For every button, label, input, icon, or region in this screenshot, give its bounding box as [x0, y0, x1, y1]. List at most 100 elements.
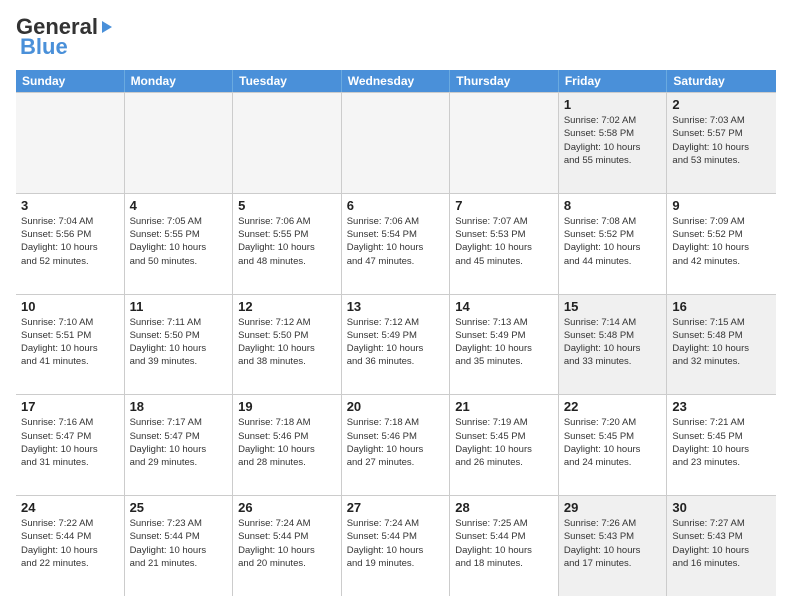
calendar-cell: 1Sunrise: 7:02 AM Sunset: 5:58 PM Daylig…: [559, 93, 668, 193]
calendar-cell: 15 Sunrise: 7:14 AM Sunset: 5:48 PM Dayli…: [559, 295, 668, 395]
calendar-row: 1Sunrise: 7:02 AM Sunset: 5:58 PM Daylig…: [16, 92, 776, 193]
day-info: Sunrise: 7:21 AM Sunset: 5:45 PM Dayligh…: [672, 416, 771, 469]
day-number: 19: [238, 399, 336, 414]
day-info: Sunrise: 7:04 AM Sunset: 5:56 PM Dayligh…: [21, 215, 119, 268]
day-info: Sunrise: 7:13 AM Sunset: 5:49 PM Dayligh…: [455, 316, 553, 369]
day-number: 6: [347, 198, 445, 213]
day-number: 10: [21, 299, 119, 314]
header: General Blue: [16, 16, 776, 60]
day-number: 8: [564, 198, 662, 213]
day-number: 4: [130, 198, 228, 213]
calendar-cell: 2 Sunrise: 7:03 AM Sunset: 5:57 PM Daylig…: [667, 93, 776, 193]
day-info: Sunrise: 7:05 AM Sunset: 5:55 PM Dayligh…: [130, 215, 228, 268]
day-number: 27: [347, 500, 445, 515]
day-number: 23: [672, 399, 771, 414]
calendar-cell: 21Sunrise: 7:19 AM Sunset: 5:45 PM Dayli…: [450, 395, 559, 495]
logo-arrow-icon: [102, 21, 112, 33]
calendar-cell: 22 Sunrise: 7:20 AM Sunset: 5:45 PM Dayli…: [559, 395, 668, 495]
day-info: Sunrise: 7:23 AM Sunset: 5:44 PM Dayligh…: [130, 517, 228, 570]
calendar-cell: 18 Sunrise: 7:17 AM Sunset: 5:47 PM Dayli…: [125, 395, 234, 495]
weekday-header: Friday: [559, 70, 668, 92]
day-number: 9: [672, 198, 771, 213]
calendar-cell: 10 Sunrise: 7:10 AM Sunset: 5:51 PM Dayli…: [16, 295, 125, 395]
day-number: 11: [130, 299, 228, 314]
day-number: 3: [21, 198, 119, 213]
day-info: Sunrise: 7:08 AM Sunset: 5:52 PM Dayligh…: [564, 215, 662, 268]
calendar-cell: 14 Sunrise: 7:13 AM Sunset: 5:49 PM Dayli…: [450, 295, 559, 395]
day-info: Sunrise: 7:22 AM Sunset: 5:44 PM Dayligh…: [21, 517, 119, 570]
day-number: 20: [347, 399, 445, 414]
calendar-row: 24Sunrise: 7:22 AM Sunset: 5:44 PM Dayli…: [16, 495, 776, 596]
weekday-header: Wednesday: [342, 70, 451, 92]
day-info: Sunrise: 7:06 AM Sunset: 5:54 PM Dayligh…: [347, 215, 445, 268]
calendar: SundayMondayTuesdayWednesdayThursdayFrid…: [16, 70, 776, 596]
day-info: Sunrise: 7:17 AM Sunset: 5:47 PM Dayligh…: [130, 416, 228, 469]
day-number: 25: [130, 500, 228, 515]
calendar-cell: [233, 93, 342, 193]
calendar-cell: 26 Sunrise: 7:24 AM Sunset: 5:44 PM Dayli…: [233, 496, 342, 596]
day-number: 1: [564, 97, 662, 112]
day-number: 30: [672, 500, 771, 515]
day-info: Sunrise: 7:10 AM Sunset: 5:51 PM Dayligh…: [21, 316, 119, 369]
day-info: Sunrise: 7:09 AM Sunset: 5:52 PM Dayligh…: [672, 215, 771, 268]
weekday-header: Monday: [125, 70, 234, 92]
day-number: 14: [455, 299, 553, 314]
calendar-cell: 19Sunrise: 7:18 AM Sunset: 5:46 PM Dayli…: [233, 395, 342, 495]
calendar-cell: [450, 93, 559, 193]
calendar-cell: 17 Sunrise: 7:16 AM Sunset: 5:47 PM Dayli…: [16, 395, 125, 495]
day-info: Sunrise: 7:14 AM Sunset: 5:48 PM Dayligh…: [564, 316, 662, 369]
day-info: Sunrise: 7:20 AM Sunset: 5:45 PM Dayligh…: [564, 416, 662, 469]
calendar-cell: 13 Sunrise: 7:12 AM Sunset: 5:49 PM Dayli…: [342, 295, 451, 395]
calendar-row: 3 Sunrise: 7:04 AM Sunset: 5:56 PM Daylig…: [16, 193, 776, 294]
day-info: Sunrise: 7:24 AM Sunset: 5:44 PM Dayligh…: [347, 517, 445, 570]
weekday-header: Sunday: [16, 70, 125, 92]
day-info: Sunrise: 7:07 AM Sunset: 5:53 PM Dayligh…: [455, 215, 553, 268]
day-info: Sunrise: 7:18 AM Sunset: 5:46 PM Dayligh…: [347, 416, 445, 469]
calendar-cell: 23 Sunrise: 7:21 AM Sunset: 5:45 PM Dayli…: [667, 395, 776, 495]
day-number: 17: [21, 399, 119, 414]
day-number: 12: [238, 299, 336, 314]
calendar-cell: 8 Sunrise: 7:08 AM Sunset: 5:52 PM Daylig…: [559, 194, 668, 294]
day-info: Sunrise: 7:26 AM Sunset: 5:43 PM Dayligh…: [564, 517, 662, 570]
day-number: 22: [564, 399, 662, 414]
weekday-header: Tuesday: [233, 70, 342, 92]
day-number: 16: [672, 299, 771, 314]
calendar-cell: 4 Sunrise: 7:05 AM Sunset: 5:55 PM Daylig…: [125, 194, 234, 294]
calendar-cell: 9 Sunrise: 7:09 AM Sunset: 5:52 PM Daylig…: [667, 194, 776, 294]
calendar-row: 10 Sunrise: 7:10 AM Sunset: 5:51 PM Dayli…: [16, 294, 776, 395]
calendar-cell: 29 Sunrise: 7:26 AM Sunset: 5:43 PM Dayli…: [559, 496, 668, 596]
calendar-body: 1Sunrise: 7:02 AM Sunset: 5:58 PM Daylig…: [16, 92, 776, 596]
calendar-cell: [125, 93, 234, 193]
calendar-cell: 16Sunrise: 7:15 AM Sunset: 5:48 PM Dayli…: [667, 295, 776, 395]
day-info: Sunrise: 7:12 AM Sunset: 5:49 PM Dayligh…: [347, 316, 445, 369]
day-number: 15: [564, 299, 662, 314]
calendar-cell: 11Sunrise: 7:11 AM Sunset: 5:50 PM Dayli…: [125, 295, 234, 395]
calendar-cell: 6 Sunrise: 7:06 AM Sunset: 5:54 PM Daylig…: [342, 194, 451, 294]
calendar-cell: 5 Sunrise: 7:06 AM Sunset: 5:55 PM Daylig…: [233, 194, 342, 294]
day-info: Sunrise: 7:03 AM Sunset: 5:57 PM Dayligh…: [672, 114, 771, 167]
calendar-cell: 12Sunrise: 7:12 AM Sunset: 5:50 PM Dayli…: [233, 295, 342, 395]
day-number: 26: [238, 500, 336, 515]
day-info: Sunrise: 7:27 AM Sunset: 5:43 PM Dayligh…: [672, 517, 771, 570]
day-number: 28: [455, 500, 553, 515]
day-info: Sunrise: 7:24 AM Sunset: 5:44 PM Dayligh…: [238, 517, 336, 570]
calendar-cell: [16, 93, 125, 193]
weekday-header: Thursday: [450, 70, 559, 92]
calendar-cell: 20 Sunrise: 7:18 AM Sunset: 5:46 PM Dayli…: [342, 395, 451, 495]
day-number: 29: [564, 500, 662, 515]
day-number: 18: [130, 399, 228, 414]
calendar-cell: 28 Sunrise: 7:25 AM Sunset: 5:44 PM Dayli…: [450, 496, 559, 596]
day-info: Sunrise: 7:25 AM Sunset: 5:44 PM Dayligh…: [455, 517, 553, 570]
day-info: Sunrise: 7:06 AM Sunset: 5:55 PM Dayligh…: [238, 215, 336, 268]
day-info: Sunrise: 7:16 AM Sunset: 5:47 PM Dayligh…: [21, 416, 119, 469]
calendar-cell: 3 Sunrise: 7:04 AM Sunset: 5:56 PM Daylig…: [16, 194, 125, 294]
weekday-header: Saturday: [667, 70, 776, 92]
calendar-row: 17 Sunrise: 7:16 AM Sunset: 5:47 PM Dayli…: [16, 394, 776, 495]
day-number: 13: [347, 299, 445, 314]
day-number: 5: [238, 198, 336, 213]
calendar-cell: [342, 93, 451, 193]
calendar-cell: 24Sunrise: 7:22 AM Sunset: 5:44 PM Dayli…: [16, 496, 125, 596]
calendar-header: SundayMondayTuesdayWednesdayThursdayFrid…: [16, 70, 776, 92]
day-number: 2: [672, 97, 771, 112]
day-info: Sunrise: 7:19 AM Sunset: 5:45 PM Dayligh…: [455, 416, 553, 469]
